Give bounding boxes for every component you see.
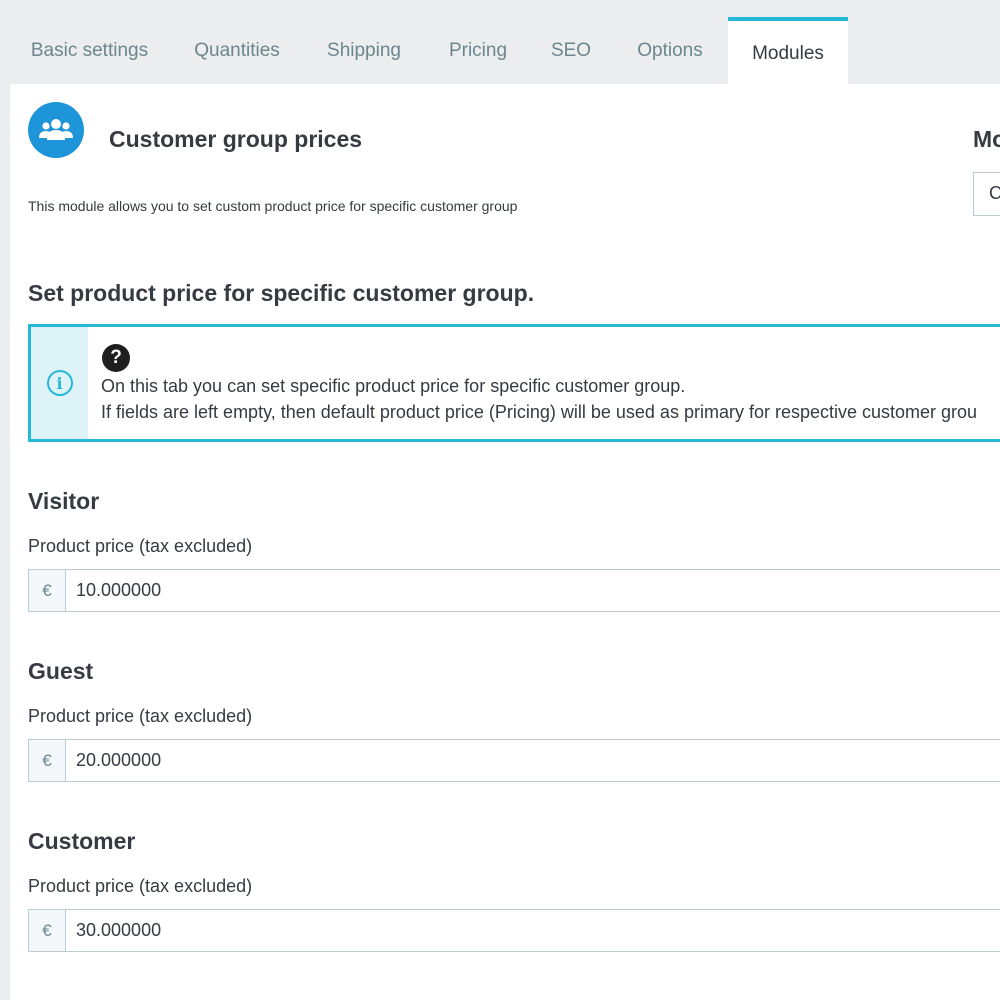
- modules-panel: Customer group prices This module allows…: [10, 84, 1000, 1000]
- users-icon: [28, 102, 84, 158]
- tab-shipping[interactable]: Shipping: [314, 18, 414, 84]
- question-circle-icon: ?: [102, 344, 130, 372]
- price-input-guest[interactable]: [66, 740, 1000, 781]
- module-selector-title: Mo: [973, 126, 1000, 152]
- group-title-customer: Customer: [28, 828, 136, 854]
- price-field-visitor: €: [28, 569, 1000, 612]
- group-title-visitor: Visitor: [28, 488, 100, 514]
- info-alert-side: i: [31, 327, 88, 439]
- tab-options[interactable]: Options: [622, 18, 718, 84]
- price-field-guest: €: [28, 739, 1000, 782]
- module-description: This module allows you to set custom pro…: [28, 198, 518, 214]
- price-label-visitor: Product price (tax excluded): [28, 536, 253, 556]
- product-tabs: Basic settings Quantities Shipping Prici…: [0, 0, 1000, 84]
- price-field-customer: €: [28, 909, 1000, 952]
- currency-addon: €: [29, 740, 66, 781]
- price-input-customer[interactable]: [66, 910, 1000, 951]
- price-input-visitor[interactable]: [66, 570, 1000, 611]
- info-icon: i: [46, 370, 73, 396]
- currency-addon: €: [29, 570, 66, 611]
- price-label-guest: Product price (tax excluded): [28, 706, 253, 726]
- tab-pricing[interactable]: Pricing: [436, 18, 520, 84]
- section-title: Set product price for specific customer …: [28, 280, 535, 306]
- tab-quantities[interactable]: Quantities: [180, 18, 294, 84]
- module-selector[interactable]: C: [973, 172, 1000, 216]
- currency-addon: €: [29, 910, 66, 951]
- price-label-customer: Product price (tax excluded): [28, 876, 253, 896]
- info-text-line-1: On this tab you can set specific product…: [101, 376, 686, 396]
- info-text-line-2: If fields are left empty, then default p…: [101, 402, 978, 422]
- info-alert: i ? On this tab you can set specific pro…: [28, 324, 1000, 442]
- tab-basic-settings[interactable]: Basic settings: [18, 18, 161, 84]
- tab-modules[interactable]: Modules: [728, 17, 848, 84]
- group-title-guest: Guest: [28, 658, 94, 684]
- tab-seo[interactable]: SEO: [540, 18, 602, 84]
- module-title: Customer group prices: [109, 126, 363, 152]
